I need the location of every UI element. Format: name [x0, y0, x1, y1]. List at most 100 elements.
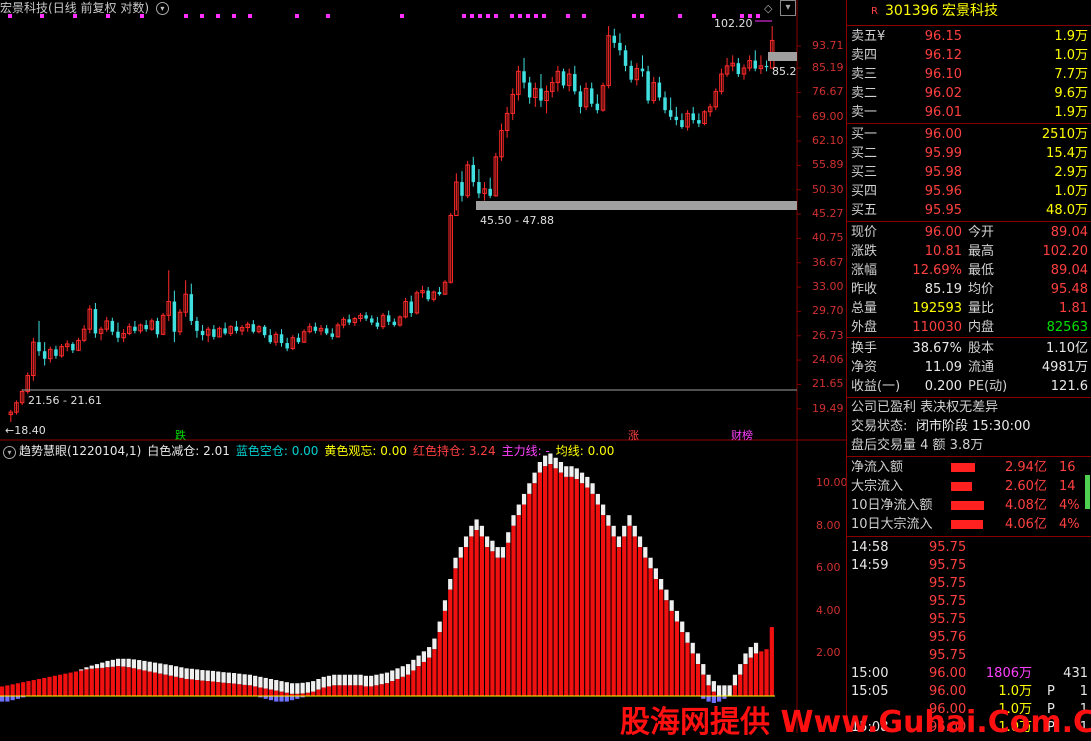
more-icon[interactable]: ▾	[780, 0, 796, 16]
stat-label: 总量	[851, 301, 878, 316]
indicator-red-bar	[242, 684, 247, 696]
candle-body	[460, 182, 464, 196]
indicator-red-bar	[179, 677, 184, 696]
fund-value: 38.67%	[912, 341, 962, 356]
ask-row: 卖四 96.12 1.0万	[847, 46, 1091, 65]
tick-volume: 1806万	[985, 666, 1032, 681]
indicator-red-bar	[369, 686, 374, 696]
candle-body	[612, 35, 617, 43]
indicator-white: 白色减仓: 2.01	[147, 444, 230, 458]
stat-value: 96.00	[924, 225, 962, 240]
fund-value: 121.6	[1050, 379, 1088, 394]
fund-label: 换手	[851, 341, 878, 356]
price-tick: 36.67	[812, 255, 844, 269]
fundamental-row: 净资 11.09 流通 4981万	[847, 358, 1091, 377]
candle-body	[189, 294, 194, 321]
price-tick: 19.49	[812, 401, 844, 415]
indicator-white-bar	[268, 678, 274, 690]
indicator-red-bar	[548, 464, 553, 696]
event-marker-die[interactable]: 跌	[175, 427, 186, 443]
flow-bar	[951, 501, 984, 510]
ask-label: 卖一	[851, 105, 878, 120]
candle-body	[144, 325, 148, 330]
indicator-red-bar	[379, 684, 384, 696]
indicator-white-bar	[485, 536, 490, 548]
bid-label: 买一	[851, 127, 878, 142]
ask-price: 96.12	[924, 48, 962, 63]
flow-value: 2.60亿	[1005, 479, 1047, 494]
diamond-icon[interactable]: ◇	[764, 2, 772, 15]
indicator-red-bar	[168, 675, 173, 696]
indicator-red-bar	[753, 653, 759, 696]
kline-chart[interactable]	[0, 0, 846, 733]
fundamental-row: 换手 38.67% 股本 1.10亿	[847, 339, 1091, 358]
band-upper	[476, 201, 797, 210]
bid-price: 95.96	[924, 184, 962, 199]
indicator-white-bar	[405, 664, 411, 675]
candle-body	[42, 351, 47, 359]
indicator-white-bar	[311, 681, 316, 692]
indicator-avg: 均线: 0.00	[555, 444, 615, 458]
candle-body	[618, 42, 622, 51]
candle-body	[347, 319, 351, 323]
indicator-white-bar	[727, 685, 732, 696]
stat-label: 今开	[968, 225, 995, 240]
bid-volume: 2.9万	[1054, 165, 1088, 180]
indicator-white-bar	[84, 667, 89, 670]
fund-value: 4981万	[1041, 360, 1088, 375]
indicator-red-bar	[743, 664, 748, 696]
indicator-red-bar	[458, 557, 463, 696]
indicator-red-bar	[84, 669, 89, 696]
indicator-white-bar	[500, 547, 506, 558]
candle-body	[657, 82, 662, 98]
fund-label: 股本	[968, 341, 995, 356]
flow-pct: 4%	[1059, 498, 1080, 513]
candle-body	[437, 292, 442, 295]
ask-price: 96.10	[924, 67, 962, 82]
event-marker-caibang[interactable]: 财榜	[731, 427, 753, 443]
quote-panel: R 301396 宏景科技 卖五¥ 96.15 1.9万 卖四 96.12 1.0万 卖三 9…	[846, 0, 1091, 735]
candle-body	[375, 322, 380, 327]
signal-dot	[478, 14, 482, 18]
indicator-main: 主力线: -	[501, 444, 550, 458]
chevron-down-icon[interactable]: ▾	[3, 446, 16, 459]
indicator-red-bar	[342, 685, 347, 696]
indicator-blue-bar	[274, 696, 279, 702]
indicator-white-bar	[690, 642, 695, 654]
fund-label: 收益(一)	[851, 379, 901, 394]
stat-row: 总量 192593 量比 1.81	[847, 299, 1091, 318]
trade-status: 交易状态: 闭市阶段 15:30:00	[851, 419, 1031, 434]
indicator-blue-bar	[289, 696, 295, 701]
indicator-white-bar	[453, 557, 458, 569]
indicator-red-bar	[543, 466, 548, 696]
fund-value: 0.200	[924, 379, 962, 394]
indicator-red-bar	[247, 685, 253, 696]
ask-label: 卖二	[851, 86, 878, 101]
indicator-white-bar	[448, 579, 453, 590]
indicator-red-bar	[126, 667, 131, 696]
indicator-white-bar	[337, 674, 342, 686]
chevron-down-icon[interactable]: ▾	[155, 2, 169, 15]
event-marker-zhang[interactable]: 涨	[628, 427, 639, 443]
indicator-red-bar	[479, 536, 484, 696]
price-tick: 50.30	[812, 182, 844, 196]
watermark: 股海网提供 Www.Guhai.Com.Cn	[620, 705, 1091, 740]
tick-row: 95.76	[847, 628, 1091, 647]
indicator-white-bar	[595, 493, 600, 505]
ask-row: 卖一 96.01 1.9万	[847, 103, 1091, 122]
candle-body	[234, 326, 239, 331]
stat-value: 10.81	[924, 244, 962, 259]
indicator-blue: 蓝色空仓: 0.00	[235, 444, 319, 458]
indicator-red-bar	[601, 515, 606, 696]
indicator-white-bar	[131, 659, 137, 669]
indicator-red-bar	[200, 680, 205, 696]
indicator-white-bar	[126, 658, 131, 668]
flow-scrollbar[interactable]	[1085, 475, 1090, 509]
indicator-red-bar	[400, 676, 405, 696]
indicator-red-bar	[110, 666, 115, 696]
chart-header: 宏景科技(日线 前复权 对数) ▾	[0, 0, 169, 16]
indicator-red-bar	[495, 557, 500, 696]
tick-row: 95.75	[847, 610, 1091, 629]
indicator-red-bar	[659, 589, 664, 696]
indicator-white-bar	[163, 664, 168, 675]
